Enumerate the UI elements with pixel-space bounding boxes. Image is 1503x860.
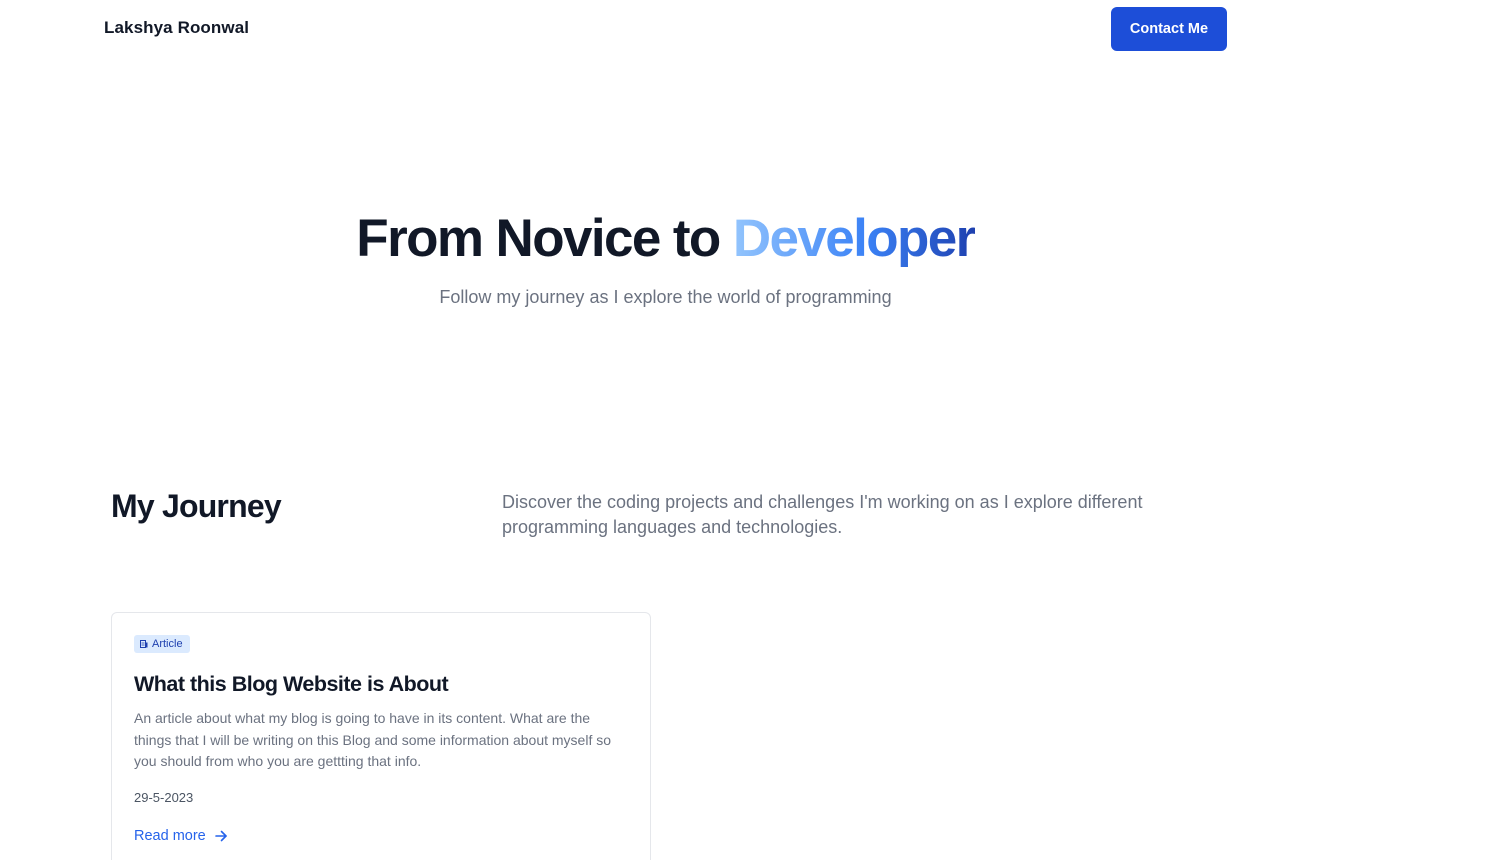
journey-description: Discover the coding projects and challen… (502, 492, 1143, 537)
post-card[interactable]: Article What this Blog Website is About … (111, 612, 651, 860)
site-header: Lakshya Roonwal Contact Me (0, 0, 1503, 58)
hero-title-prefix: From Novice to (356, 209, 733, 268)
post-badge: Article (134, 635, 190, 653)
page: Lakshya Roonwal Contact Me From Novice t… (0, 0, 1503, 860)
read-more-link[interactable]: Read more (134, 828, 228, 844)
post-date: 29-5-2023 (134, 790, 194, 805)
read-more-label: Read more (134, 828, 206, 844)
site-brand[interactable]: Lakshya Roonwal (104, 18, 249, 38)
post-badge-label: Article (152, 638, 183, 650)
hero-subtitle: Follow my journey as I explore the world… (439, 287, 892, 307)
contact-me-button[interactable]: Contact Me (1111, 7, 1227, 51)
hero-title: From Novice to Developer (0, 208, 1331, 269)
document-icon (140, 640, 148, 648)
journey-title: My Journey (111, 488, 282, 524)
arrow-right-icon (214, 830, 227, 842)
hero-title-accent: Developer (732, 209, 976, 268)
post-title[interactable]: What this Blog Website is About (134, 672, 449, 697)
post-excerpt: An article about what my blog is going t… (134, 710, 612, 769)
